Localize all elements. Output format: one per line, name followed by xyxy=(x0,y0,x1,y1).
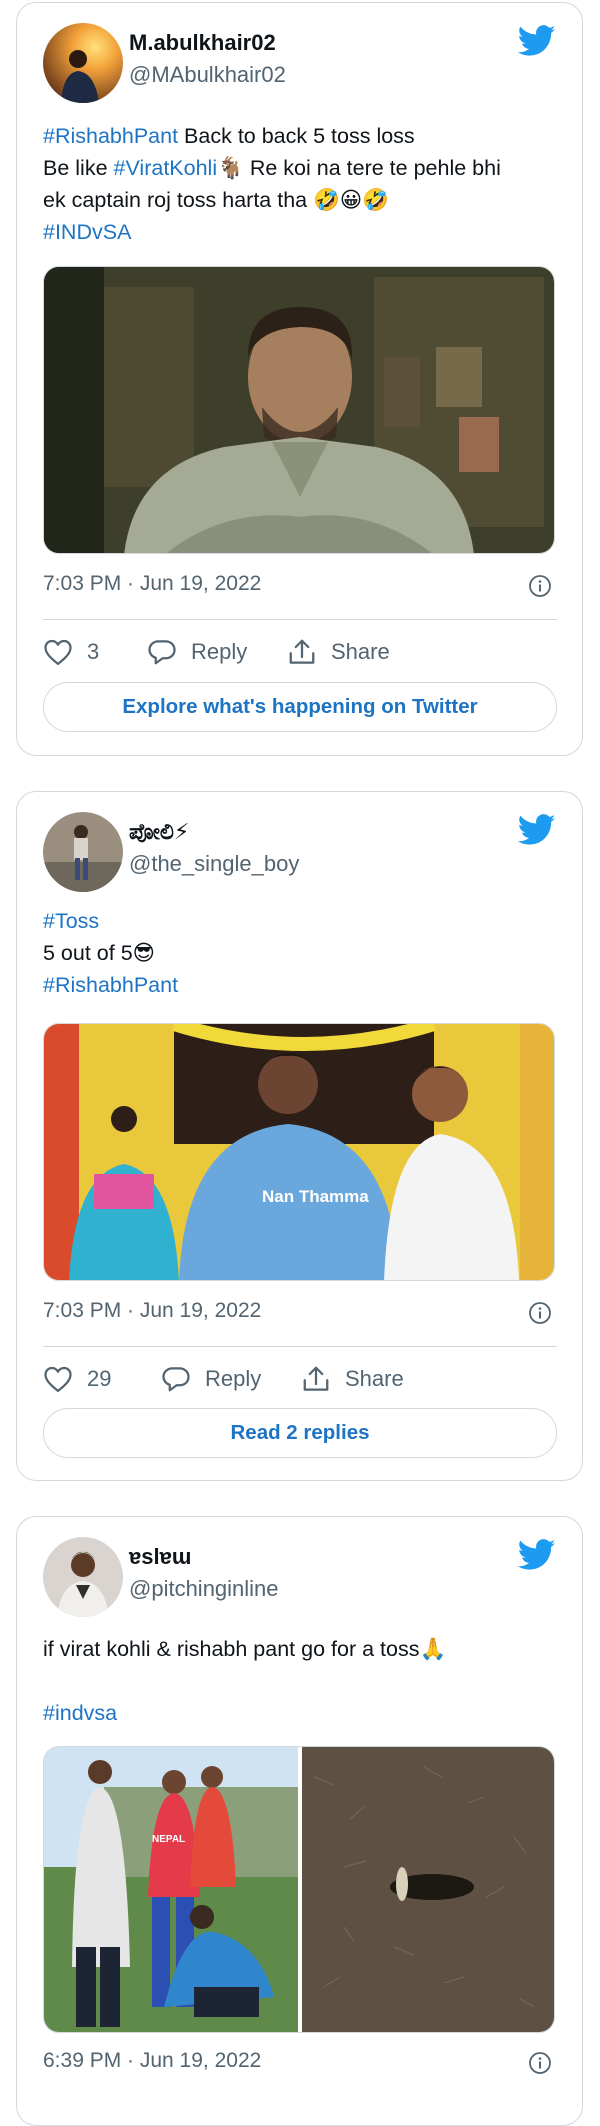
jersey-text: NEPAL xyxy=(152,1834,185,1845)
tweet-timestamp[interactable]: 6:39 PM · Jun 19, 2022 xyxy=(43,2049,261,2073)
action-bar: 29 Reply Share xyxy=(43,1361,557,1397)
tweet-line: ek captain roj toss harta tha 🤣😀🤣 xyxy=(43,184,501,216)
hashtag-link[interactable]: #Toss xyxy=(43,909,99,933)
avatar[interactable] xyxy=(43,812,123,892)
like-count: 29 xyxy=(87,1366,112,1391)
hashtag-link[interactable]: #RishabhPant xyxy=(43,124,178,148)
reply-button[interactable]: Reply xyxy=(161,1361,261,1397)
tweet-line: 5 out of 5😎 xyxy=(43,937,178,969)
tweet-line: #RishabhPant xyxy=(43,969,178,1001)
hashtag-link[interactable]: #INDvSA xyxy=(43,220,131,244)
user-handle[interactable]: @the_single_boy xyxy=(129,851,299,877)
tweet-line: #RishabhPant Back to back 5 toss loss xyxy=(43,120,501,152)
info-icon[interactable] xyxy=(528,574,552,598)
user-handle[interactable]: @pitchinginline xyxy=(129,1576,279,1602)
tweet-line: Be like #ViratKohli🐐 Re koi na tere te p… xyxy=(43,152,501,184)
share-label: Share xyxy=(345,1366,404,1391)
reply-button[interactable]: Reply xyxy=(147,634,247,670)
tweet-line: if virat kohli & rishabh pant go for a t… xyxy=(43,1633,446,1665)
avatar[interactable] xyxy=(43,23,123,103)
tweet-image[interactable] xyxy=(43,266,555,554)
tweet-header: ɐslɐɯ @pitchinginline xyxy=(17,1517,582,1617)
hashtag-link[interactable]: #indvsa xyxy=(43,1701,117,1725)
tweet-card-3: ɐslɐɯ @pitchinginline if virat kohli & r… xyxy=(16,1516,583,2126)
reply-label: Reply xyxy=(205,1366,262,1391)
divider xyxy=(43,1346,557,1347)
tweet-text-segment: 5 out of 5😎 xyxy=(43,941,156,965)
display-name[interactable]: ɐslɐɯ xyxy=(129,1544,191,1570)
share-icon xyxy=(289,639,315,664)
hashtag-link[interactable]: #ViratKohli xyxy=(114,156,218,180)
tweet-line: #Toss xyxy=(43,905,178,937)
tweet-header: ಪೋಲಿ⚡ @the_single_boy xyxy=(17,792,582,892)
like-button[interactable]: 29 xyxy=(43,1361,111,1397)
reply-label: Reply xyxy=(191,639,248,664)
heart-icon xyxy=(44,639,72,665)
twitter-bird-icon[interactable] xyxy=(518,1539,556,1571)
tweet-timestamp[interactable]: 7:03 PM · Jun 19, 2022 xyxy=(43,572,261,596)
twitter-bird-icon[interactable] xyxy=(518,814,556,846)
explore-twitter-button[interactable]: Explore what's happening on Twitter xyxy=(43,682,557,732)
info-icon[interactable] xyxy=(528,1301,552,1325)
tweet-timestamp[interactable]: 7:03 PM · Jun 19, 2022 xyxy=(43,1299,261,1323)
hashtag-link[interactable]: #RishabhPant xyxy=(43,973,178,997)
display-name[interactable]: ಪೋಲಿ⚡ xyxy=(129,819,189,845)
tweet-image[interactable]: Nan Thamma xyxy=(43,1023,555,1281)
tweet-image[interactable]: NEPAL xyxy=(43,1746,555,2033)
tweet-text: if virat kohli & rishabh pant go for a t… xyxy=(43,1633,446,1729)
user-handle[interactable]: @MAbulkhair02 xyxy=(129,62,286,88)
tweet-text: #Toss 5 out of 5😎 #RishabhPant xyxy=(43,905,178,1001)
media-caption: Nan Thamma xyxy=(262,1187,369,1206)
like-count: 3 xyxy=(87,639,100,664)
tweet-line xyxy=(43,1665,446,1697)
tweet-text-segment: 🐐 Re koi na tere te pehle bhi xyxy=(217,156,501,180)
share-label: Share xyxy=(331,639,390,664)
tweet-card-1: M.abulkhair02 @MAbulkhair02 #RishabhPant… xyxy=(16,2,583,756)
tweet-header: M.abulkhair02 @MAbulkhair02 xyxy=(17,3,582,103)
tweet-text: #RishabhPant Back to back 5 toss loss Be… xyxy=(43,120,501,248)
tweet-text-segment: Back to back 5 toss loss xyxy=(178,124,415,148)
heart-icon xyxy=(44,1366,72,1392)
read-replies-button[interactable]: Read 2 replies xyxy=(43,1408,557,1458)
tweet-text-segment: ek captain roj toss harta tha 🤣😀🤣 xyxy=(43,188,390,212)
reply-bubble-icon xyxy=(162,1367,190,1392)
reply-bubble-icon xyxy=(148,640,176,665)
avatar[interactable] xyxy=(43,1537,123,1617)
tweet-line: #INDvSA xyxy=(43,216,501,248)
tweet-text-segment: Be like xyxy=(43,156,114,180)
tweet-text-segment: if virat kohli & rishabh pant go for a t… xyxy=(43,1637,447,1661)
like-button[interactable]: 3 xyxy=(43,634,99,670)
tweet-card-2: ಪೋಲಿ⚡ @the_single_boy #Toss 5 out of 5😎 … xyxy=(16,791,583,1481)
share-icon xyxy=(303,1366,329,1391)
info-icon[interactable] xyxy=(528,2051,552,2075)
action-bar: 3 Reply Share xyxy=(43,634,557,670)
tweet-line: #indvsa xyxy=(43,1697,446,1729)
share-button[interactable]: Share xyxy=(287,634,390,670)
twitter-bird-icon[interactable] xyxy=(518,25,556,57)
share-button[interactable]: Share xyxy=(301,1361,404,1397)
divider xyxy=(43,619,557,620)
display-name[interactable]: M.abulkhair02 xyxy=(129,30,276,56)
